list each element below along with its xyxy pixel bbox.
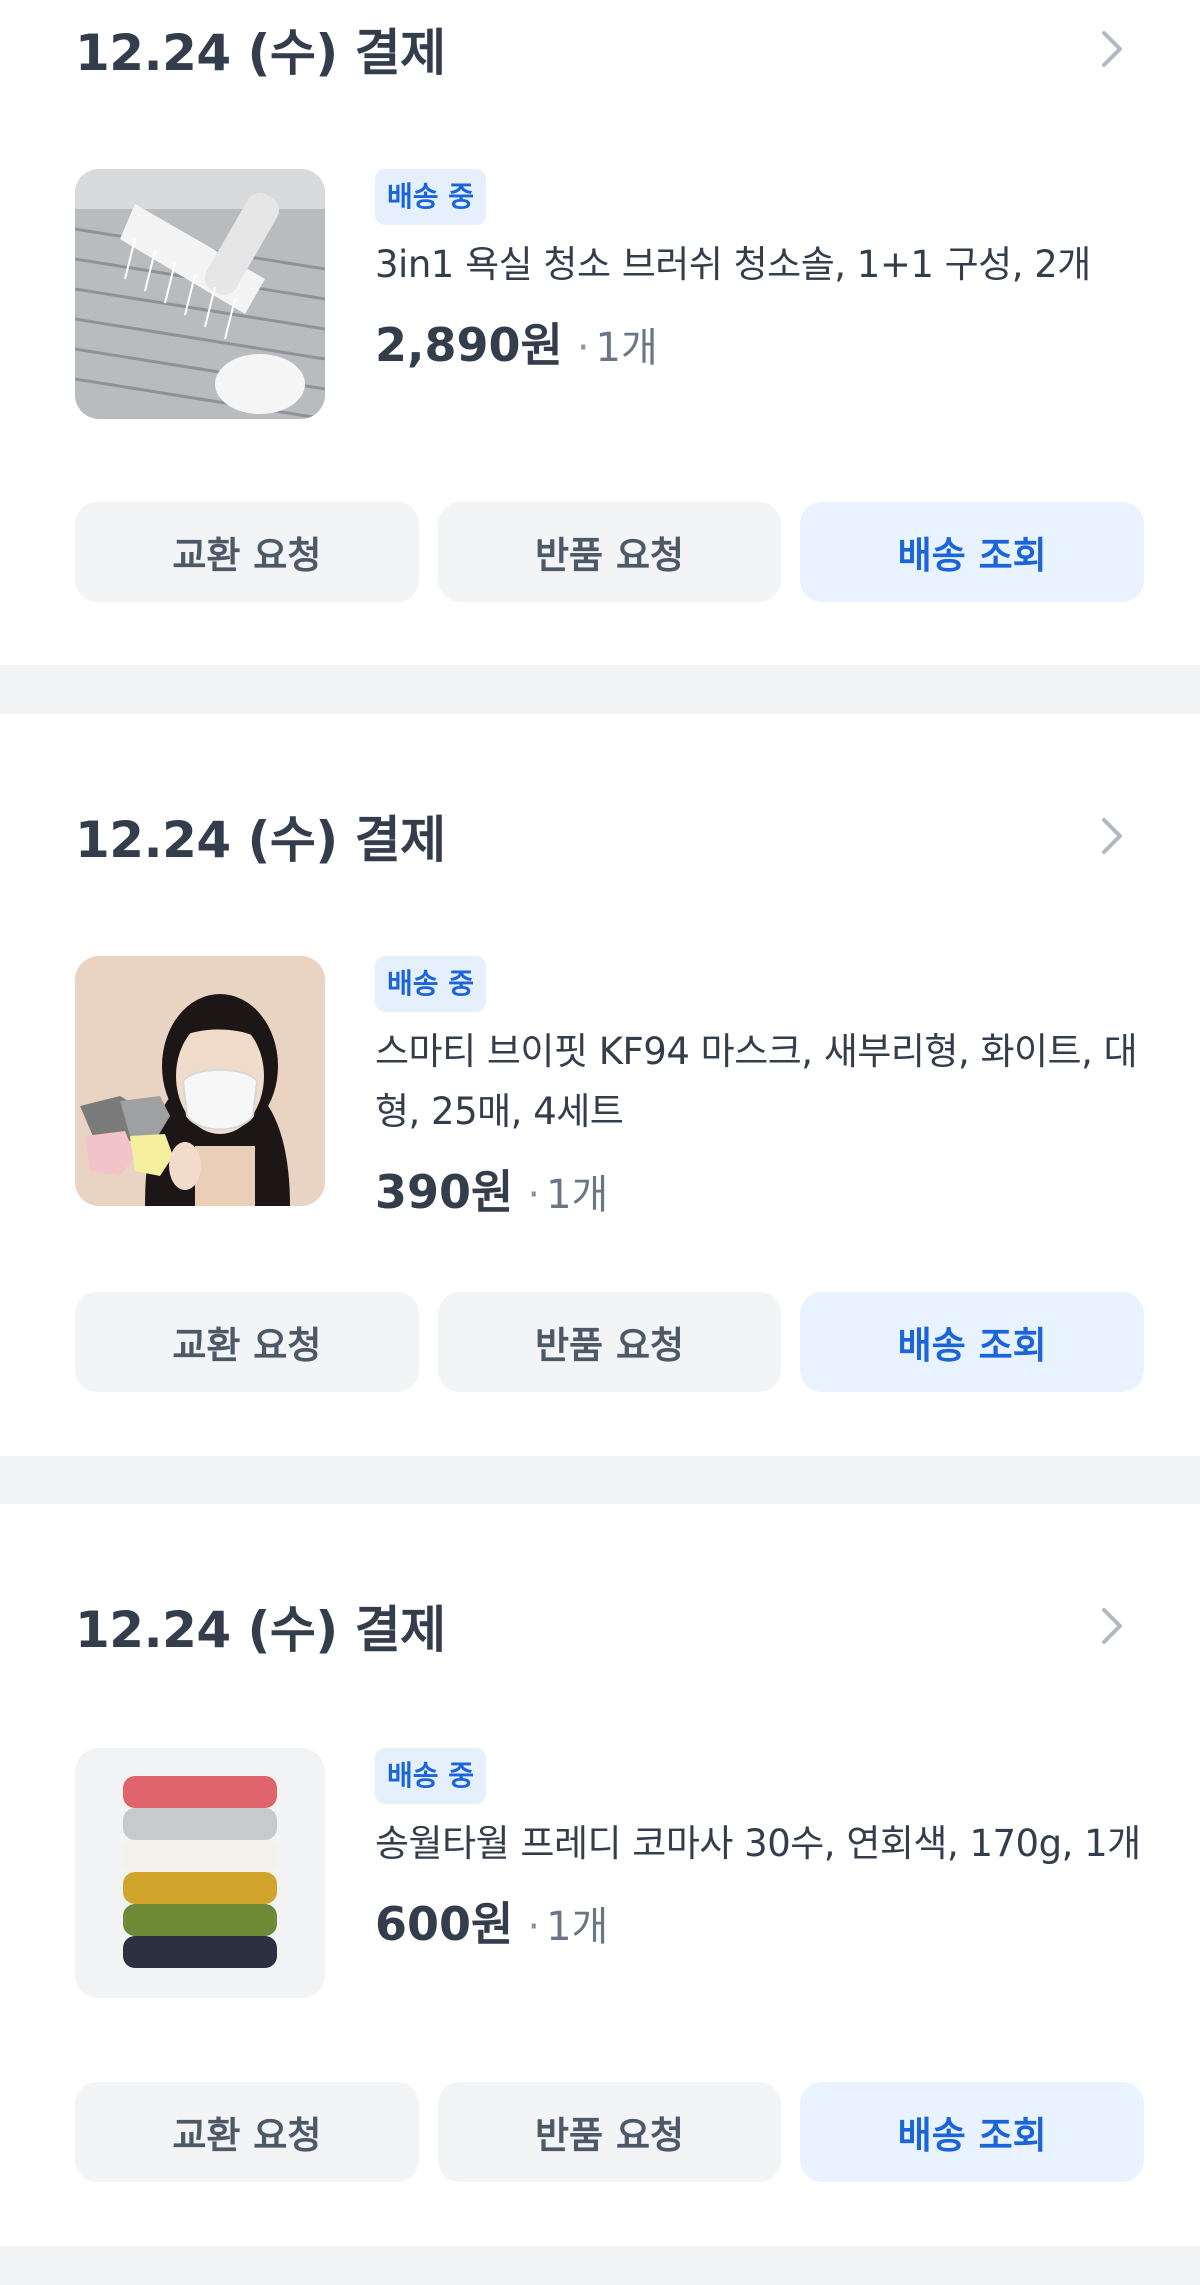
product-quantity: · 1개 bbox=[527, 1904, 609, 1950]
return-request-button[interactable]: 반품 요청 bbox=[437, 1292, 782, 1392]
track-shipment-button[interactable]: 배송 조회 bbox=[800, 1292, 1145, 1392]
product-quantity: · 1개 bbox=[576, 325, 658, 371]
product-name[interactable]: 스마티 브이핏 KF94 마스크, 새부리형, 화이트, 대형, 25매, 4세… bbox=[375, 1022, 1155, 1142]
order-header[interactable]: 12.24 (수) 결제 bbox=[75, 801, 1140, 871]
order-date-title: 12.24 (수) 결제 bbox=[75, 811, 446, 869]
chevron-right-icon[interactable] bbox=[1084, 1598, 1140, 1654]
order-card: 12.24 (수) 결제 배송 중 송월타월 프레디 코마사 30수, 연회색,… bbox=[0, 1504, 1200, 2246]
status-badge: 배송 중 bbox=[375, 1748, 487, 1804]
brush-product-image bbox=[75, 169, 325, 419]
order-actions: 교환 요청 반품 요청 배송 조회 bbox=[75, 1292, 1145, 1392]
status-badge: 배송 중 bbox=[375, 169, 487, 225]
exchange-request-button[interactable]: 교환 요청 bbox=[75, 1292, 419, 1392]
chevron-right-icon[interactable] bbox=[1084, 808, 1140, 864]
product-row[interactable]: 배송 중 송월타월 프레디 코마사 30수, 연회색, 170g, 1개 600… bbox=[75, 1748, 1144, 1998]
product-price: 600원 bbox=[375, 1897, 514, 1951]
chevron-right-icon[interactable] bbox=[1084, 21, 1140, 77]
exchange-request-button[interactable]: 교환 요청 bbox=[75, 2082, 419, 2182]
product-quantity: · 1개 bbox=[527, 1172, 609, 1218]
product-thumbnail[interactable] bbox=[75, 956, 325, 1206]
track-shipment-button[interactable]: 배송 조회 bbox=[800, 502, 1145, 602]
mask-product-image bbox=[75, 956, 325, 1206]
product-name[interactable]: 송월타월 프레디 코마사 30수, 연회색, 170g, 1개 bbox=[375, 1814, 1155, 1874]
track-shipment-button[interactable]: 배송 조회 bbox=[800, 2082, 1145, 2182]
order-actions: 교환 요청 반품 요청 배송 조회 bbox=[75, 502, 1145, 602]
order-header[interactable]: 12.24 (수) 결제 bbox=[75, 14, 1140, 84]
order-date-title: 12.24 (수) 결제 bbox=[75, 24, 446, 82]
order-card: 12.24 (수) 결제 배송 중 스마티 브이핏 KF94 마스크, 새부리형… bbox=[0, 714, 1200, 1456]
product-name[interactable]: 3in1 욕실 청소 브러쉬 청소솔, 1+1 구성, 2개 bbox=[375, 235, 1155, 295]
order-actions: 교환 요청 반품 요청 배송 조회 bbox=[75, 2082, 1145, 2182]
order-card: 12.24 (수) 결제 배송 중 3in1 욕실 청소 브러쉬 청소솔, 1+… bbox=[0, 0, 1200, 665]
exchange-request-button[interactable]: 교환 요청 bbox=[75, 502, 419, 602]
product-thumbnail[interactable] bbox=[75, 169, 325, 419]
product-thumbnail[interactable] bbox=[75, 1748, 325, 1998]
order-date-title: 12.24 (수) 결제 bbox=[75, 1601, 446, 1659]
order-header[interactable]: 12.24 (수) 결제 bbox=[75, 1591, 1140, 1661]
towel-product-image bbox=[75, 1748, 325, 1998]
return-request-button[interactable]: 반품 요청 bbox=[437, 2082, 782, 2182]
product-row[interactable]: 배송 중 스마티 브이핏 KF94 마스크, 새부리형, 화이트, 대형, 25… bbox=[75, 956, 1144, 1222]
return-request-button[interactable]: 반품 요청 bbox=[437, 502, 782, 602]
product-price: 390원 bbox=[375, 1165, 514, 1219]
product-price: 2,890원 bbox=[375, 318, 563, 372]
product-row[interactable]: 배송 중 3in1 욕실 청소 브러쉬 청소솔, 1+1 구성, 2개 2,89… bbox=[75, 169, 1144, 419]
status-badge: 배송 중 bbox=[375, 956, 487, 1012]
